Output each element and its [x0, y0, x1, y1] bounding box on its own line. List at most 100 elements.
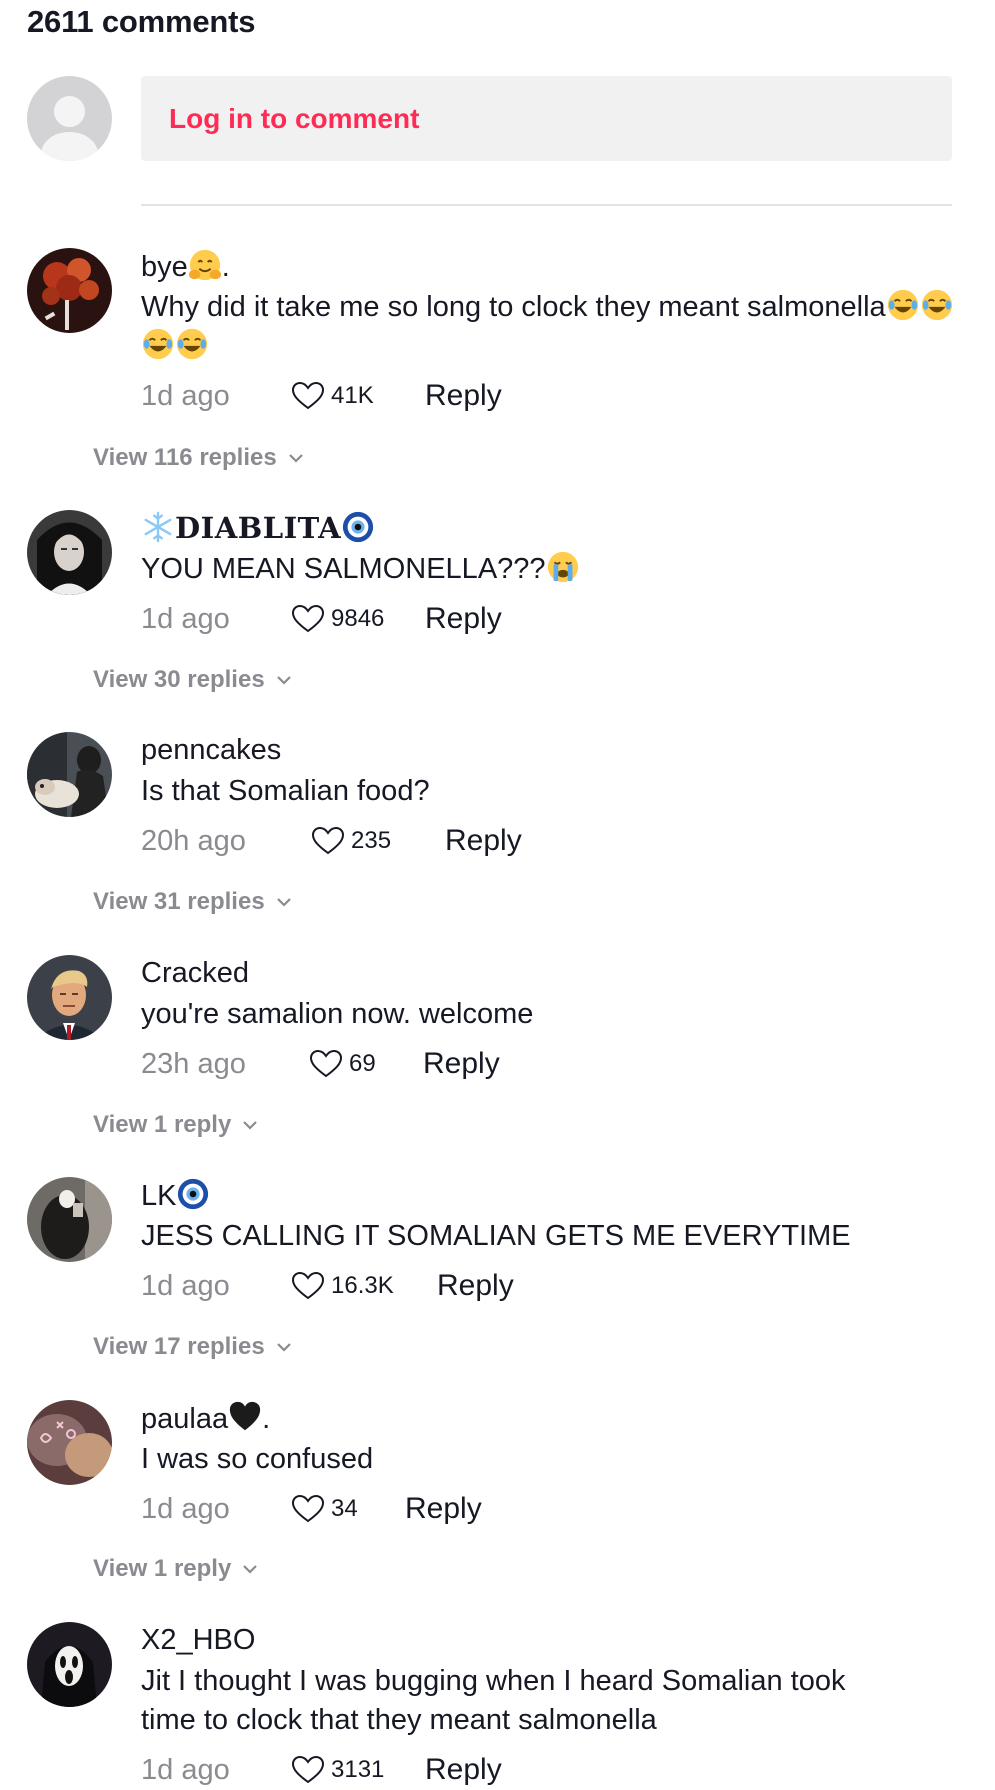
comment-text: Jit I thought I was bugging when I heard… [141, 1665, 846, 1736]
comment-meta: 1d ago 41K Reply [141, 376, 961, 416]
reply-button[interactable]: Reply [423, 1047, 500, 1081]
timestamp: 23h ago [141, 1047, 246, 1080]
username-text: Cracked [141, 957, 249, 989]
view-replies-button[interactable]: View 116 replies [93, 444, 305, 472]
comment-meta: 1d ago 9846 Reply [141, 599, 961, 639]
like-count: 3131 [331, 1756, 385, 1783]
reply-button[interactable]: Reply [425, 379, 502, 413]
comment-text: Why did it take me so long to clock they… [141, 288, 961, 366]
username-suffix: . [262, 1403, 271, 1435]
like-button[interactable]: 3131 [291, 1755, 391, 1785]
username-text: bye [141, 251, 188, 283]
like-button[interactable]: 16.3K [291, 1271, 403, 1301]
comment-text: Is that Somalian food? [141, 775, 430, 807]
view-replies-button[interactable]: View 30 replies [93, 666, 293, 694]
comment-text: YOU MEAN SALMONELLA??? [141, 550, 961, 589]
comments-count-heading: 2611 comments [27, 4, 256, 39]
comment-body: penncakes Is that Somalian food? 20h ago… [141, 732, 961, 861]
heart-icon [311, 826, 345, 855]
comment-author[interactable]: bye. [141, 248, 961, 284]
comment-author[interactable]: penncakes [141, 732, 961, 768]
like-count: 16.3K [331, 1272, 394, 1299]
username-text: DIABLITA [175, 511, 342, 545]
hugging-face-emoji-icon [188, 249, 221, 281]
like-button[interactable]: 235 [311, 826, 411, 856]
like-button[interactable]: 41K [291, 381, 391, 411]
like-button[interactable]: 9846 [291, 604, 391, 634]
heart-icon [291, 381, 325, 410]
comment-meta: 1d ago 16.3K Reply [141, 1266, 961, 1306]
comment-meta: 1d ago 34 Reply [141, 1489, 961, 1529]
black-heart-emoji-icon [229, 1401, 261, 1431]
avatar[interactable] [27, 955, 112, 1040]
divider [141, 204, 952, 206]
username-text: paulaa [141, 1403, 229, 1435]
comment-body: bye. Why did it take me so long to clock… [141, 248, 961, 416]
timestamp: 1d ago [141, 379, 230, 412]
chevron-down-icon [288, 454, 303, 463]
reply-button[interactable]: Reply [405, 1492, 482, 1526]
default-avatar-icon [27, 76, 112, 161]
comment-text: you're samalion now. welcome [141, 998, 534, 1030]
like-count: 9846 [331, 605, 385, 632]
reply-button[interactable]: Reply [425, 602, 502, 636]
username-text: penncakes [141, 734, 282, 766]
avatar[interactable] [27, 248, 112, 333]
like-count: 41K [331, 382, 374, 409]
timestamp: 20h ago [141, 824, 246, 857]
comment-author[interactable]: X2_HBO [141, 1622, 961, 1658]
comment-text: I was so confused [141, 1443, 374, 1475]
chevron-down-icon [243, 1121, 258, 1130]
heart-icon [291, 1271, 325, 1300]
view-replies-button[interactable]: View 1 reply [93, 1111, 259, 1139]
nazar-amulet-emoji-icon [343, 511, 374, 543]
comment-body: X2_HBO Jit I thought I was bugging when … [141, 1622, 961, 1790]
reply-button[interactable]: Reply [445, 824, 522, 858]
comment-input-row: Log in to comment [27, 76, 952, 161]
chevron-down-icon [243, 1565, 258, 1574]
heart-icon [309, 1049, 343, 1078]
avatar[interactable] [27, 510, 112, 595]
loudly-crying-emoji-icon [547, 551, 578, 583]
heart-icon [291, 1494, 325, 1523]
heart-icon [291, 1755, 325, 1784]
avatar[interactable] [27, 1400, 112, 1485]
login-to-comment-button[interactable]: Log in to comment [141, 76, 952, 161]
login-to-comment-label: Log in to comment [169, 102, 420, 134]
comment-meta: 1d ago 3131 Reply [141, 1750, 961, 1790]
timestamp: 1d ago [141, 1492, 230, 1525]
timestamp: 1d ago [141, 1753, 230, 1786]
nazar-amulet-emoji-icon [178, 1178, 209, 1210]
view-replies-button[interactable]: View 31 replies [93, 888, 293, 916]
avatar[interactable] [27, 732, 112, 817]
view-replies-button[interactable]: View 17 replies [93, 1333, 293, 1361]
comment-author[interactable]: LK [141, 1177, 961, 1213]
comment-author[interactable]: paulaa. [141, 1400, 961, 1436]
comment-body: LK JESS CALLING IT SOMALIAN GETS ME EVER… [141, 1177, 961, 1306]
like-count: 69 [349, 1050, 376, 1077]
like-count: 34 [331, 1495, 358, 1522]
username-text: LK [141, 1180, 177, 1212]
chevron-down-icon [276, 898, 291, 907]
comment-text: JESS CALLING IT SOMALIAN GETS ME EVERYTI… [141, 1220, 851, 1252]
reply-button[interactable]: Reply [425, 1753, 502, 1787]
comment-body: DIABLITA YOU MEAN SALMONELLA??? 1d ago 9… [141, 510, 961, 639]
comment-body: Cracked you're samalion now. welcome 23h… [141, 955, 961, 1084]
chevron-down-icon [276, 676, 291, 685]
view-replies-button[interactable]: View 1 reply [93, 1555, 259, 1583]
timestamp: 1d ago [141, 602, 230, 635]
comment-author[interactable]: Cracked [141, 955, 961, 991]
heart-icon [291, 604, 325, 633]
username-suffix: . [221, 251, 230, 283]
comment-meta: 23h ago 69 Reply [141, 1044, 961, 1084]
comment-body: paulaa. I was so confused 1d ago 34 Repl… [141, 1400, 961, 1529]
comment-author[interactable]: DIABLITA [141, 510, 961, 546]
timestamp: 1d ago [141, 1269, 230, 1302]
like-button[interactable]: 69 [309, 1049, 389, 1079]
avatar[interactable] [27, 1177, 112, 1262]
reply-button[interactable]: Reply [437, 1269, 514, 1303]
snowflake-emoji-icon [144, 511, 172, 543]
avatar[interactable] [27, 1622, 112, 1707]
like-button[interactable]: 34 [291, 1494, 371, 1524]
comments-panel: 2611 comments Log in to comment bye . Wh… [0, 0, 995, 1786]
